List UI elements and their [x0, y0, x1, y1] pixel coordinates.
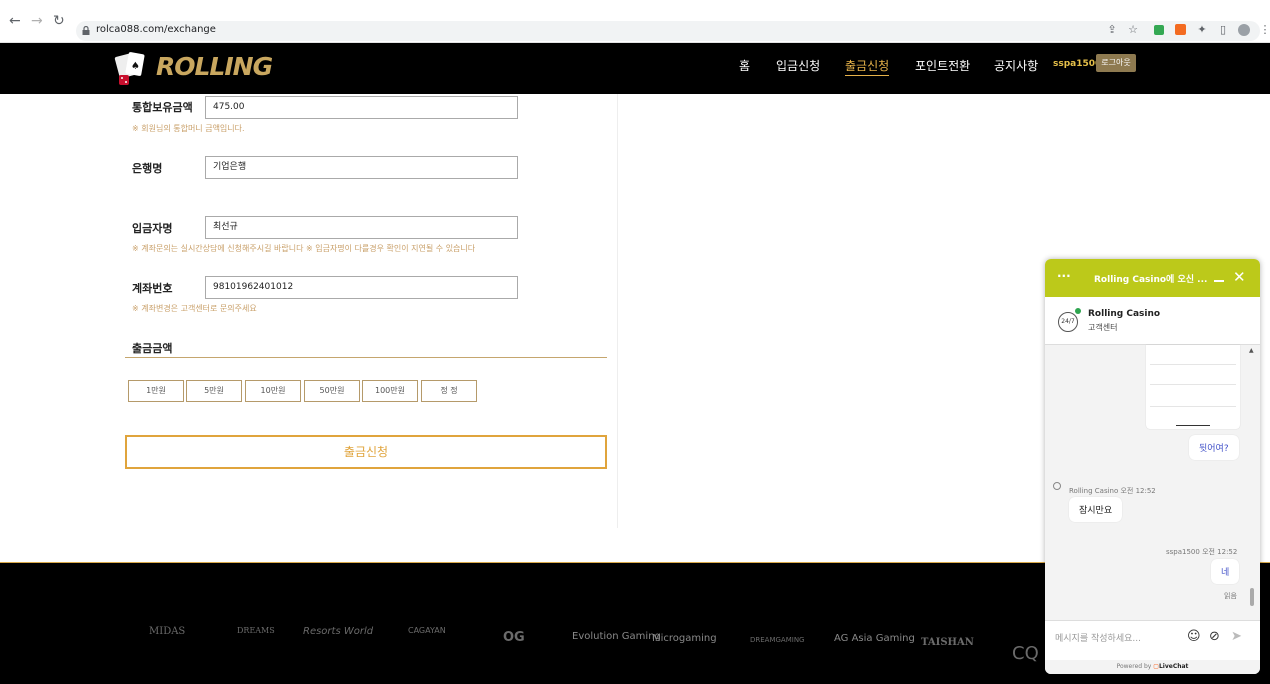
message-input[interactable]: 메시지를 작성하세요... [1055, 631, 1141, 644]
user-message-meta: sspa1500 오전 12:52 [1166, 548, 1238, 556]
depositor-hint: ※ 계좌문의는 실시간상담에 신청해주시길 바랍니다 ※ 입금자명이 다를경우 … [132, 244, 476, 253]
chat-scrollbar[interactable]: ▲ [1248, 345, 1256, 620]
emoji-icon[interactable]: ☺ [1187, 629, 1201, 644]
account-field[interactable]: 98101962401012 [205, 276, 518, 299]
chat-message-agent: 잠시만요 [1069, 497, 1123, 522]
agent-name: Rolling Casino [1088, 309, 1161, 319]
account-label: 계좌번호 [132, 282, 173, 295]
extension-green-icon[interactable] [1154, 25, 1164, 35]
provider-logo-resorts-world: Resorts World [303, 626, 374, 637]
attachment-row [1150, 367, 1236, 385]
back-icon[interactable]: ← [9, 14, 21, 28]
live-chat-widget: ··· Rolling Casino에 오신 ... ✕ 24/7 Rollin… [1045, 259, 1260, 674]
extension-orange-icon[interactable] [1175, 24, 1186, 35]
amount-100k-button[interactable]: 10만원 [245, 380, 301, 402]
agent-avatar: 24/7 [1058, 312, 1078, 332]
svg-text:♠: ♠ [131, 61, 140, 72]
agent-mini-avatar [1053, 482, 1061, 490]
bookmark-star-icon[interactable]: ☆ [1127, 24, 1139, 36]
scroll-thumb[interactable] [1250, 588, 1254, 606]
lock-icon [82, 26, 90, 35]
browser-menu-icon[interactable]: ⋮ [1259, 24, 1270, 36]
amount-1m-button[interactable]: 100만원 [362, 380, 418, 402]
agent-message-meta: Rolling Casino 오전 12:52 [1069, 487, 1156, 495]
read-status: 읽음 [1224, 592, 1237, 600]
balance-label: 통합보유금액 [132, 101, 193, 114]
side-panel-icon[interactable]: ▯ [1217, 24, 1229, 36]
online-status-dot [1075, 308, 1081, 314]
depositor-field[interactable]: 최선규 [205, 216, 518, 239]
account-hint: ※ 계좌변경은 고객센터로 문의주세요 [132, 304, 257, 313]
nav-deposit[interactable]: 입금신청 [776, 57, 820, 74]
scroll-up-icon[interactable]: ▲ [1249, 347, 1254, 354]
amount-500k-button[interactable]: 50만원 [304, 380, 360, 402]
livechat-brand[interactable]: LiveChat [1159, 663, 1188, 670]
provider-logo-og: OG [503, 630, 525, 645]
provider-logo-evolution: Evolution Gaming [572, 631, 661, 642]
bank-label: 은행명 [132, 162, 163, 175]
profile-avatar-icon[interactable] [1238, 24, 1250, 36]
balance-field: 475.00 [205, 96, 518, 119]
powered-by: Powered by ▢LiveChat [1045, 660, 1260, 674]
chat-compose: 메시지를 작성하세요... ☺ ⊘ ➤ [1045, 620, 1260, 660]
chat-messages[interactable]: 뒷어여? Rolling Casino 오전 12:52 잠시만요 sspa15… [1045, 345, 1260, 620]
chat-message-user: 네 [1211, 559, 1240, 584]
depositor-label: 입금자명 [132, 222, 173, 235]
chat-header: ··· Rolling Casino에 오신 ... ✕ [1045, 259, 1260, 297]
browser-toolbar: ← → ↻ rolca088.com/exchange ⇪ ☆ ✦ ▯ ⋮ [0, 0, 1270, 43]
amount-reset-button[interactable]: 정 정 [421, 380, 477, 402]
amount-50k-button[interactable]: 5만원 [186, 380, 242, 402]
username: sspa1500 [1053, 59, 1102, 69]
chat-minimize-icon[interactable] [1214, 280, 1224, 282]
chat-agent-info: 24/7 Rolling Casino 고객센터 [1045, 297, 1260, 345]
withdraw-submit-button[interactable]: 출금신청 [125, 435, 607, 469]
chat-message-user: 뒷어여? [1189, 435, 1239, 460]
provider-logo-midas: MIDAS [149, 626, 186, 637]
bank-field[interactable]: 기업은행 [205, 156, 518, 179]
address-bar[interactable]: rolca088.com/exchange [76, 21, 1260, 41]
agent-subtitle: 고객센터 [1088, 323, 1118, 332]
provider-logo-ag: AG Asia Gaming [834, 633, 915, 644]
attachment-indicator [1176, 425, 1210, 426]
logout-button[interactable]: 로그아웃 [1096, 54, 1136, 72]
site-logo[interactable]: ♠ ROLLING [113, 49, 273, 87]
attachment-row [1150, 347, 1236, 365]
chat-more-icon[interactable]: ··· [1057, 269, 1071, 283]
share-icon[interactable]: ⇪ [1106, 24, 1118, 36]
nav-point-convert[interactable]: 포인트전환 [915, 57, 970, 74]
chat-title: Rolling Casino에 오신 ... [1094, 275, 1208, 285]
extensions-puzzle-icon[interactable]: ✦ [1196, 24, 1208, 36]
nav-notice[interactable]: 공지사항 [994, 57, 1038, 74]
provider-logo-microgaming: Microgaming [652, 633, 717, 644]
url-text: rolca088.com/exchange [96, 24, 216, 35]
send-icon[interactable]: ➤ [1231, 629, 1242, 644]
provider-logo-cagayan: CAGAYAN [408, 626, 446, 635]
logo-text: ROLLING [156, 52, 273, 81]
provider-logo-dreamgaming: DREAMGAMING [750, 636, 805, 644]
amount-10k-button[interactable]: 1만원 [128, 380, 184, 402]
attachment-row [1150, 389, 1236, 407]
nav-withdraw[interactable]: 출금신청 [845, 57, 890, 76]
cards-dice-icon: ♠ [114, 52, 145, 85]
provider-logo-cq: CQ [1012, 643, 1039, 664]
forward-icon[interactable]: → [31, 14, 43, 28]
agent-badge: 24/7 [1061, 318, 1075, 325]
powered-by-text: Powered by [1116, 663, 1152, 670]
reload-icon[interactable]: ↻ [53, 14, 65, 28]
chat-close-icon[interactable]: ✕ [1233, 268, 1246, 286]
amount-divider [125, 357, 607, 358]
provider-logo-taishan: TAISHAN [921, 637, 974, 648]
nav-home[interactable]: 홈 [739, 57, 750, 74]
attach-icon[interactable]: ⊘ [1209, 629, 1220, 644]
amount-title: 출금금액 [132, 342, 173, 355]
column-divider [617, 94, 618, 528]
balance-hint: ※ 회원님의 통합머니 금액입니다. [132, 124, 245, 133]
image-attachment[interactable] [1146, 345, 1240, 429]
provider-logo-dreams: DREAMS [237, 626, 275, 635]
